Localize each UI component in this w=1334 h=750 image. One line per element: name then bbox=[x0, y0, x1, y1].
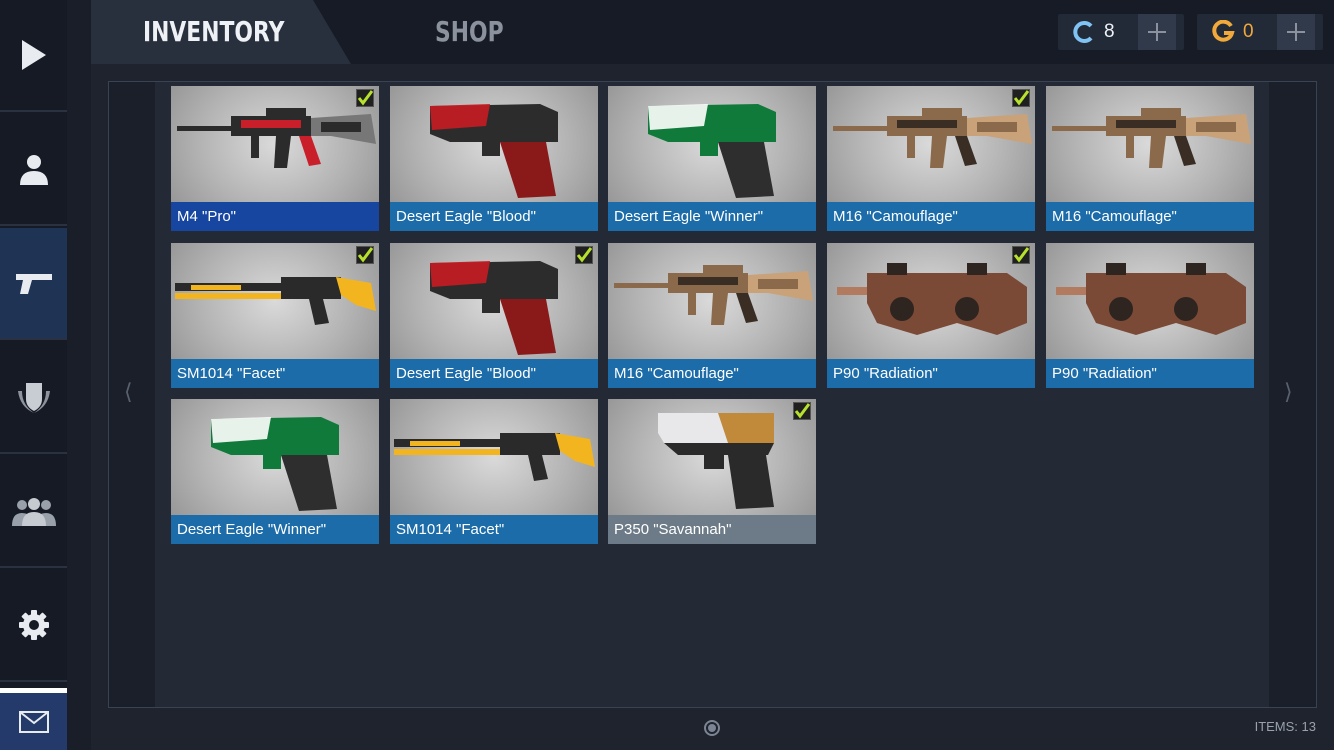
weapon-image bbox=[833, 108, 1032, 168]
equipped-checkmark-icon bbox=[1012, 89, 1030, 107]
inventory-item-name: P90 "Radiation" bbox=[1046, 359, 1254, 388]
weapon-image bbox=[1052, 108, 1251, 168]
items-count: ITEMS: 13 bbox=[1254, 719, 1316, 734]
inventory-item-card[interactable]: P350 "Savannah" bbox=[608, 399, 816, 544]
inventory-item-name: Desert Eagle "Blood" bbox=[390, 202, 598, 231]
tab-shop[interactable]: SHOP bbox=[420, 0, 540, 64]
inventory-item-card[interactable]: P90 "Radiation" bbox=[1046, 243, 1254, 388]
tab-inventory[interactable]: INVENTORY bbox=[91, 0, 351, 64]
weapon-image bbox=[430, 261, 558, 355]
inventory-item-card[interactable]: Desert Eagle "Winner" bbox=[608, 86, 816, 231]
sidebar-gap bbox=[67, 0, 91, 750]
weapons-button[interactable] bbox=[0, 228, 67, 340]
settings-button[interactable] bbox=[0, 570, 67, 682]
equipped-checkmark-icon bbox=[356, 89, 374, 107]
inventory-item-card[interactable]: P90 "Radiation" bbox=[827, 243, 1035, 388]
inventory-item-card[interactable]: M16 "Camouflage" bbox=[827, 86, 1035, 231]
inventory-item-name: SM1014 "Facet" bbox=[390, 515, 598, 544]
tab-inventory-label: INVENTORY bbox=[143, 15, 285, 48]
clan-icon bbox=[11, 498, 56, 526]
prev-page-arrow[interactable]: ⟨ bbox=[124, 380, 133, 405]
inventory-item-card[interactable]: M4 "Pro" bbox=[171, 86, 379, 231]
play-button[interactable] bbox=[0, 0, 67, 112]
weapon-image bbox=[211, 417, 339, 511]
add-credits-button[interactable] bbox=[1138, 14, 1176, 50]
weapon-image bbox=[1056, 263, 1246, 335]
weapon-image bbox=[837, 263, 1027, 335]
add-gold-button[interactable] bbox=[1277, 14, 1315, 50]
weapon-image bbox=[394, 433, 595, 481]
weapon-image bbox=[658, 413, 774, 509]
clan-button[interactable] bbox=[0, 456, 67, 568]
play-icon bbox=[21, 40, 46, 70]
next-page-arrow[interactable]: ⟩ bbox=[1284, 380, 1293, 405]
plus-icon bbox=[1148, 23, 1166, 41]
tab-shop-label: SHOP bbox=[435, 15, 504, 48]
sidebar bbox=[0, 0, 67, 750]
inventory-item-name: Desert Eagle "Winner" bbox=[608, 202, 816, 231]
inventory-item-card[interactable]: Desert Eagle "Blood" bbox=[390, 243, 598, 388]
credits-counter: 8 bbox=[1058, 14, 1184, 50]
inventory-item-card[interactable]: Desert Eagle "Winner" bbox=[171, 399, 379, 544]
inventory-item-name: SM1014 "Facet" bbox=[171, 359, 379, 388]
inventory-item-card[interactable]: M16 "Camouflage" bbox=[608, 243, 816, 388]
weapons-icon bbox=[15, 274, 52, 294]
mail-button[interactable] bbox=[0, 688, 67, 750]
inventory-item-name: M16 "Camouflage" bbox=[1046, 202, 1254, 231]
inventory-item-card[interactable]: M16 "Camouflage" bbox=[1046, 86, 1254, 231]
gold-counter: 0 bbox=[1197, 14, 1323, 50]
inventory-item-name: M4 "Pro" bbox=[171, 202, 379, 231]
inventory-item-name: M16 "Camouflage" bbox=[827, 202, 1035, 231]
profile-icon bbox=[19, 155, 48, 185]
inventory-item-name: M16 "Camouflage" bbox=[608, 359, 816, 388]
gold-icon bbox=[1212, 20, 1235, 42]
inventory-item-name: Desert Eagle "Winner" bbox=[171, 515, 379, 544]
weapon-image bbox=[430, 104, 558, 198]
inventory-item-card[interactable]: SM1014 "Facet" bbox=[171, 243, 379, 388]
equipped-checkmark-icon bbox=[1012, 246, 1030, 264]
inventory-item-name: Desert Eagle "Blood" bbox=[390, 359, 598, 388]
page-indicator-dot bbox=[708, 724, 716, 732]
plus-icon bbox=[1287, 23, 1305, 41]
settings-icon bbox=[18, 610, 49, 640]
equipped-checkmark-icon bbox=[793, 402, 811, 420]
inventory-item-card[interactable]: SM1014 "Facet" bbox=[390, 399, 598, 544]
rank-icon bbox=[17, 383, 50, 413]
page-indicator bbox=[704, 720, 720, 736]
inventory-item-card[interactable]: Desert Eagle "Blood" bbox=[390, 86, 598, 231]
gold-value: 0 bbox=[1243, 21, 1254, 42]
inventory-item-name: P350 "Savannah" bbox=[608, 515, 816, 544]
weapon-image bbox=[614, 265, 813, 325]
credits-icon bbox=[1073, 21, 1093, 43]
weapon-image bbox=[175, 277, 376, 325]
profile-button[interactable] bbox=[0, 114, 67, 226]
mail-icon bbox=[18, 710, 49, 733]
weapon-image bbox=[177, 108, 376, 168]
inventory-item-name: P90 "Radiation" bbox=[827, 359, 1035, 388]
credits-value: 8 bbox=[1104, 21, 1115, 42]
rank-button[interactable] bbox=[0, 342, 67, 454]
equipped-checkmark-icon bbox=[575, 246, 593, 264]
equipped-checkmark-icon bbox=[356, 246, 374, 264]
weapon-image bbox=[648, 104, 776, 198]
